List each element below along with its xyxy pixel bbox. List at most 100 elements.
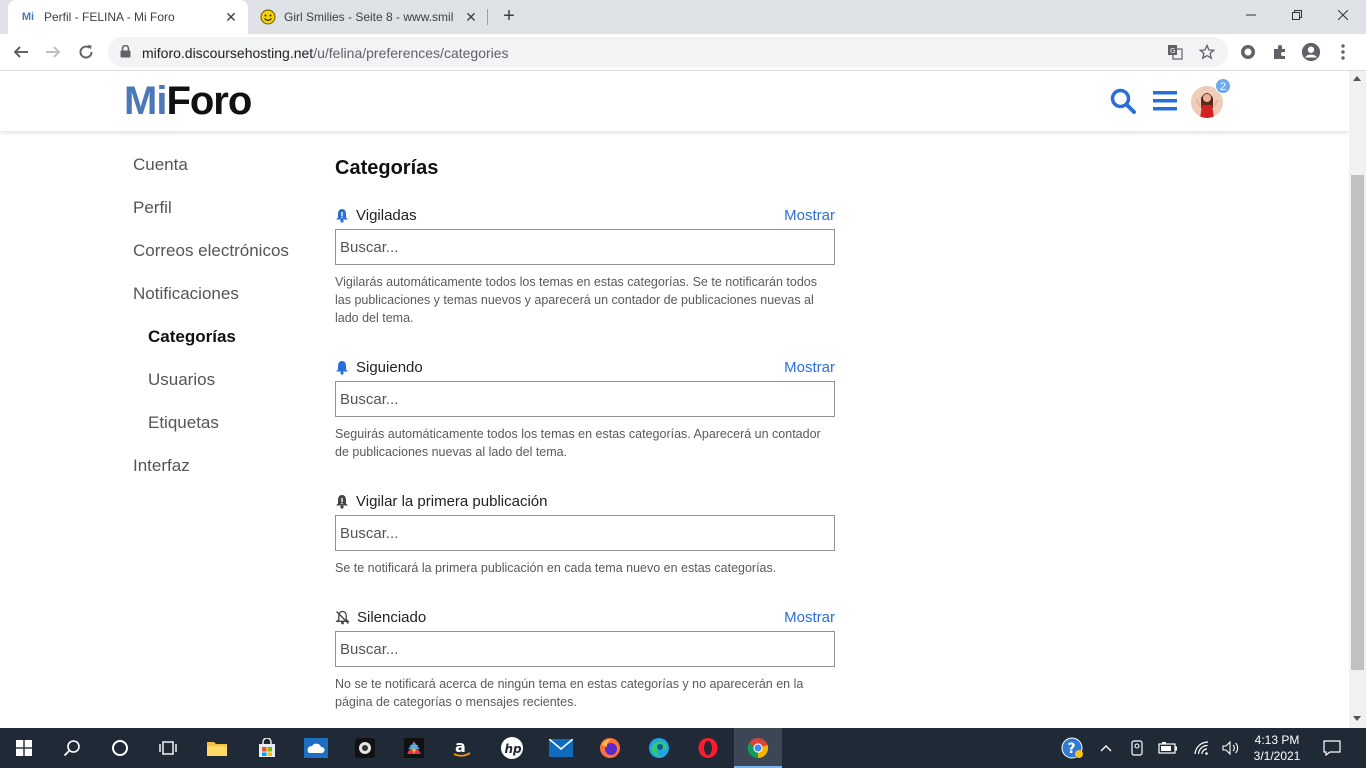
- paint-app-icon[interactable]: [390, 728, 438, 768]
- hp-icon[interactable]: hp: [488, 728, 536, 768]
- site-logo[interactable]: MiForo: [124, 79, 252, 123]
- bell-icon: [336, 361, 348, 375]
- bell-exclamation-icon: [336, 495, 348, 509]
- site-header: MiForo 2: [0, 71, 1349, 131]
- page-title: Categorías: [335, 157, 439, 179]
- section-siguiendo: Siguiendo Mostrar Seguirás automáticamen…: [335, 357, 835, 459]
- section-description: No se te notificará acerca de ningún tem…: [335, 677, 804, 709]
- chevron-up-icon[interactable]: [1096, 738, 1116, 758]
- new-tab-button[interactable]: +: [499, 6, 519, 27]
- back-button[interactable]: [8, 39, 34, 65]
- wifi-icon[interactable]: [1192, 738, 1212, 758]
- firefox-icon[interactable]: [586, 728, 634, 768]
- section-label: Siguiendo: [335, 359, 423, 376]
- tab-title: Girl Smilies - Seite 8 - www.smilie: [284, 10, 454, 24]
- address-bar[interactable]: miforo.discoursehosting.net/u/felina/pre…: [108, 37, 1228, 67]
- taskbar-clock[interactable]: 4:13 PM 3/1/2021: [1245, 732, 1309, 764]
- forward-button[interactable]: [40, 39, 66, 65]
- clock-date: 3/1/2021: [1253, 749, 1301, 763]
- section-label: Silenciado: [335, 609, 426, 626]
- nav-item-cuenta[interactable]: Cuenta: [133, 155, 188, 175]
- scroll-up-arrow[interactable]: [1353, 76, 1361, 81]
- section-label: Vigiladas: [335, 207, 417, 224]
- category-search-input[interactable]: [335, 515, 835, 551]
- nav-item-notificaciones[interactable]: Notificaciones: [133, 284, 239, 304]
- meet-now-icon[interactable]: [1127, 738, 1147, 758]
- edge-icon[interactable]: [635, 728, 683, 768]
- mail-icon[interactable]: [537, 728, 585, 768]
- section-description: Se te notificará la primera publicación …: [335, 561, 777, 575]
- url-text[interactable]: miforo.discoursehosting.net/u/felina/pre…: [142, 45, 509, 61]
- page-scrollbar[interactable]: [1349, 71, 1366, 728]
- extension-circle-icon[interactable]: [1238, 42, 1258, 62]
- tab-title: Perfil - FELINA - Mi Foro: [44, 10, 175, 24]
- bell-slash-icon: [335, 610, 350, 625]
- nav-item-correos[interactable]: Correos electrónicos: [133, 241, 289, 261]
- show-link[interactable]: Mostrar: [784, 609, 835, 626]
- arrow-left-icon: [13, 46, 28, 58]
- nav-item-usuarios[interactable]: Usuarios: [148, 370, 215, 390]
- scroll-down-arrow[interactable]: [1353, 716, 1361, 721]
- weather-app-icon[interactable]: [292, 728, 340, 768]
- svg-text:G: G: [1170, 47, 1175, 55]
- puzzle-icon[interactable]: [1270, 42, 1290, 62]
- kebab-menu-icon[interactable]: [1333, 42, 1353, 62]
- bell-exclamation-icon: [336, 209, 348, 223]
- close-window-button[interactable]: [1320, 0, 1366, 30]
- windows-taskbar: a hp ? 4:13 PM 3/1/2021: [0, 728, 1366, 768]
- webcam-app-icon[interactable]: [341, 728, 389, 768]
- battery-icon[interactable]: [1158, 738, 1178, 758]
- volume-icon[interactable]: [1221, 738, 1241, 758]
- section-label: Vigilar la primera publicación: [335, 493, 547, 510]
- tab-girl-smilies[interactable]: Girl Smilies - Seite 8 - www.smilie ✕: [248, 0, 488, 34]
- notification-badge[interactable]: 2: [1215, 78, 1231, 94]
- category-search-input[interactable]: [335, 381, 835, 417]
- miforo-favicon: Mi: [21, 11, 35, 23]
- cortana-icon[interactable]: [96, 728, 144, 768]
- restore-button[interactable]: [1274, 0, 1320, 30]
- star-icon[interactable]: [1198, 43, 1216, 61]
- category-search-input[interactable]: [335, 229, 835, 265]
- notification-center-icon[interactable]: [1322, 738, 1342, 758]
- profile-icon[interactable]: [1301, 42, 1321, 62]
- section-vigilar-primera: Vigilar la primera publicación Se te not…: [335, 491, 835, 575]
- windows-start-icon[interactable]: [0, 728, 48, 768]
- search-icon[interactable]: [1108, 86, 1138, 116]
- window-controls: [1228, 0, 1366, 30]
- chrome-icon[interactable]: [734, 728, 782, 768]
- browser-tab-strip: Mi Perfil - FELINA - Mi Foro ✕ Girl Smil…: [0, 0, 1366, 34]
- opera-icon[interactable]: [684, 728, 732, 768]
- nav-item-perfil[interactable]: Perfil: [133, 198, 172, 218]
- hamburger-menu-icon[interactable]: [1150, 86, 1180, 116]
- store-icon[interactable]: [243, 728, 291, 768]
- nav-item-etiquetas[interactable]: Etiquetas: [148, 413, 219, 433]
- smiley-icon: [260, 9, 276, 25]
- show-link[interactable]: Mostrar: [784, 207, 835, 224]
- show-link[interactable]: Mostrar: [784, 359, 835, 376]
- task-view-icon[interactable]: [144, 728, 192, 768]
- reload-button[interactable]: [73, 39, 99, 65]
- translate-icon[interactable]: G: [1166, 43, 1184, 61]
- svg-text:?: ?: [1068, 741, 1076, 757]
- help-icon[interactable]: ?: [1061, 737, 1083, 759]
- lock-icon[interactable]: [120, 44, 131, 63]
- nav-item-categorias[interactable]: Categorías: [148, 327, 236, 347]
- file-explorer-icon[interactable]: [193, 728, 241, 768]
- reload-icon: [79, 45, 93, 59]
- section-vigiladas: Vigiladas Mostrar Vigilarás automáticame…: [335, 205, 835, 325]
- search-icon[interactable]: [48, 728, 96, 768]
- category-search-input[interactable]: [335, 631, 835, 667]
- web-page: MiForo 2 Cuenta Perfil Correos electróni…: [0, 71, 1349, 728]
- amazon-icon[interactable]: a: [438, 728, 486, 768]
- tab-divider: [487, 9, 488, 25]
- clock-time: 4:13 PM: [1254, 733, 1300, 747]
- scroll-thumb[interactable]: [1351, 175, 1364, 670]
- close-icon[interactable]: ✕: [462, 8, 480, 26]
- section-description: Seguirás automáticamente todos los temas…: [335, 427, 821, 459]
- close-icon[interactable]: ✕: [222, 8, 240, 26]
- svg-text:a: a: [455, 737, 466, 756]
- section-description: Vigilarás automáticamente todos los tema…: [335, 275, 817, 325]
- tab-perfil[interactable]: Mi Perfil - FELINA - Mi Foro ✕: [8, 0, 248, 34]
- nav-item-interfaz[interactable]: Interfaz: [133, 456, 190, 476]
- minimize-button[interactable]: [1228, 0, 1274, 30]
